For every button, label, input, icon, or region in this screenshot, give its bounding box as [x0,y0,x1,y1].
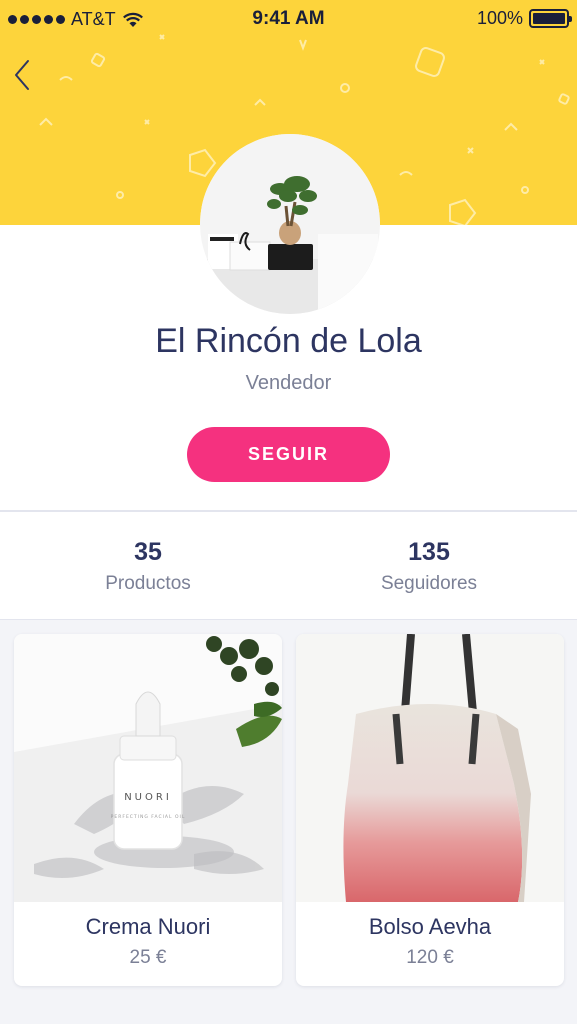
stat-products-label: Productos [105,573,191,594]
chevron-left-icon [15,60,29,90]
avatar [200,134,380,314]
bottle-subtext: PERFECTING FACIAL OIL [111,814,186,820]
stat-products[interactable]: 35 Productos [28,538,268,595]
stat-followers-value: 135 [408,538,450,566]
bottle-brand-text: NUORI [124,792,172,803]
product-price: 120 € [406,947,454,968]
stat-followers-label: Seguidores [380,573,478,594]
product-image: NUORI PERFECTING FACIAL OIL [14,634,282,902]
seller-role: Vendedor [245,372,332,394]
product-title: Crema Nuori [85,914,211,939]
back-button[interactable] [8,55,38,95]
stats-bar: 35 Productos 135 Seguidores [0,512,577,620]
seller-name: El Rincón de Lola [155,322,422,360]
product-title: Bolso Aevha [368,914,492,939]
product-image [296,634,564,902]
battery-icon [529,9,572,28]
avatar-image [200,134,380,314]
product-card[interactable]: Bolso Aevha 120 € [296,634,564,986]
follow-button[interactable]: SEGUIR [187,427,390,482]
battery-percent: 100% [476,8,523,28]
stat-products-value: 35 [134,538,162,566]
product-price: 25 € [129,947,167,968]
stat-followers[interactable]: 135 Seguidores [309,538,549,595]
product-card[interactable]: NUORI PERFECTING FACIAL OIL Crema Nuori … [14,634,282,986]
status-bar: AT&T 9:41 AM 100% [0,0,577,40]
